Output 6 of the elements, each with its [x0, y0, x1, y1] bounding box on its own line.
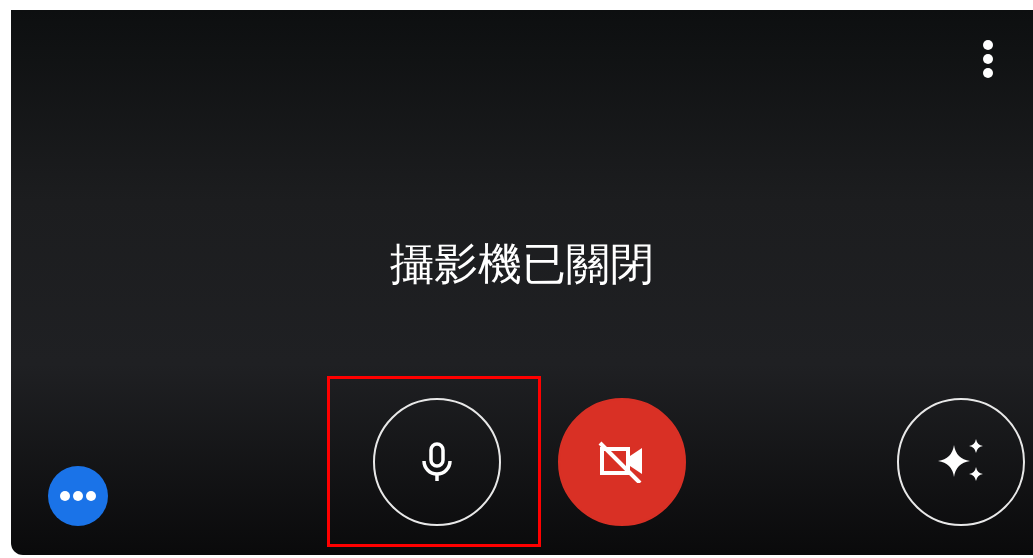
microphone-button[interactable] [373, 398, 501, 526]
effects-button[interactable] [897, 398, 1025, 526]
microphone-icon [419, 442, 455, 482]
camera-status-text: 攝影機已關閉 [390, 238, 654, 290]
dots-icon [60, 491, 96, 501]
more-actions-button[interactable] [48, 466, 108, 526]
